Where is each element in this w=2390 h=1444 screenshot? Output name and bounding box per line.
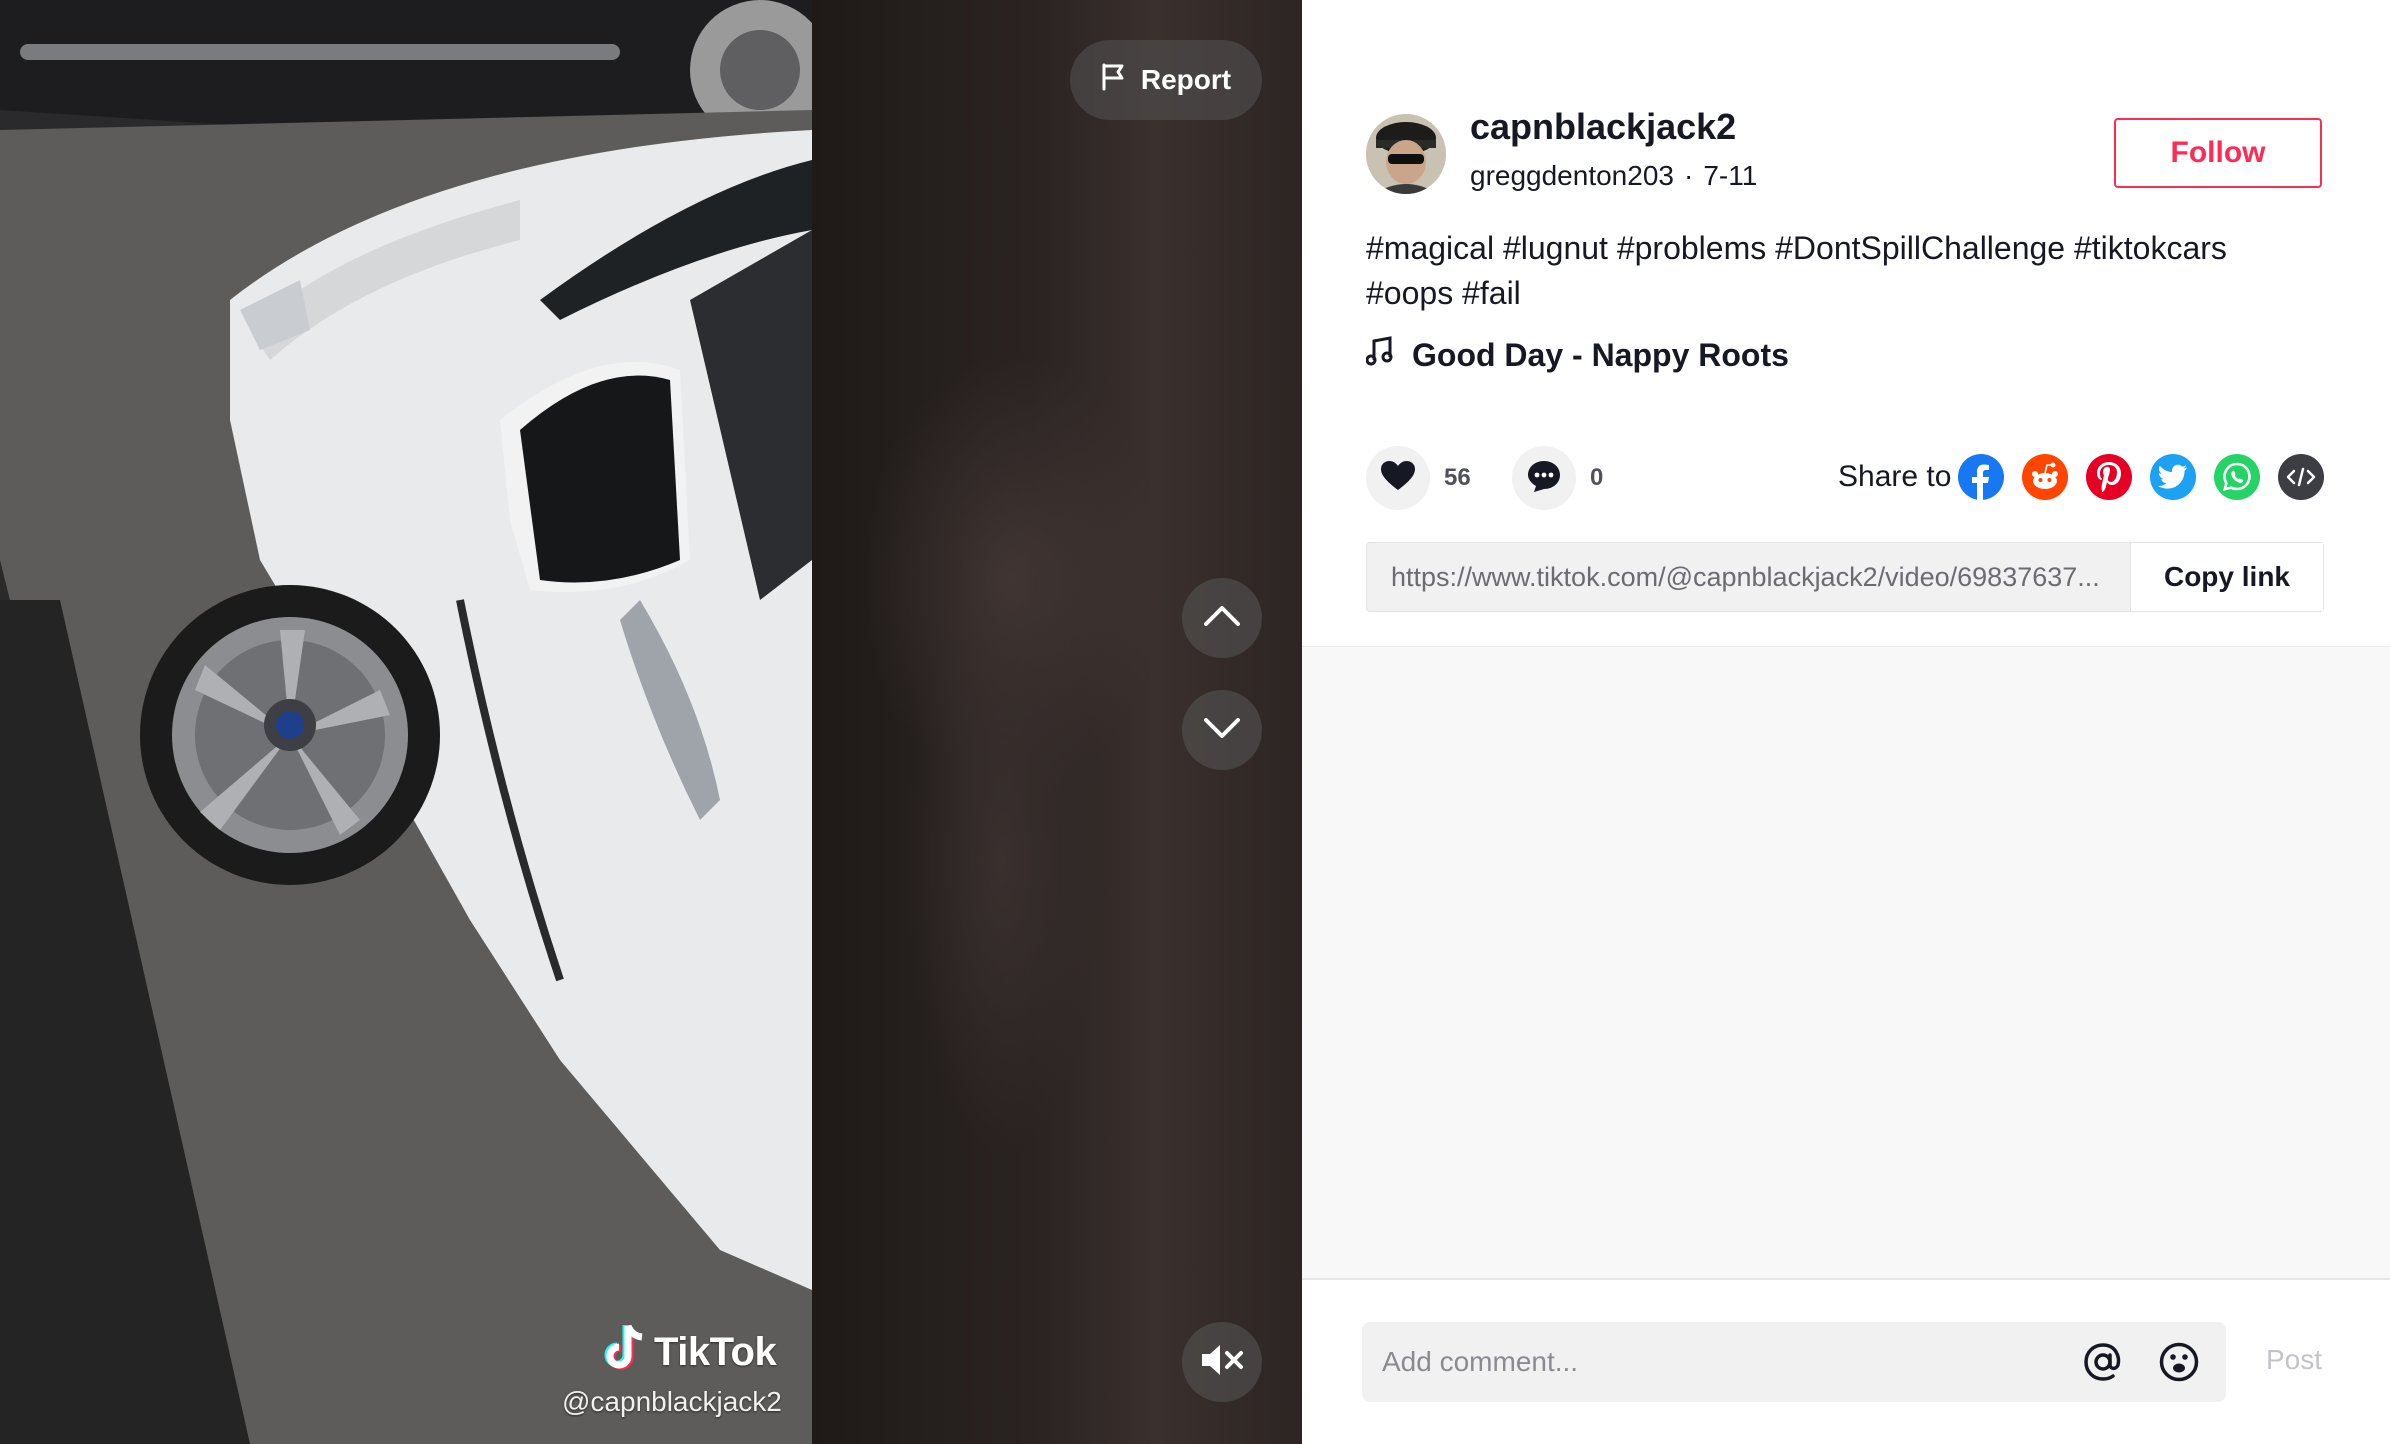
speaker-muted-icon <box>1200 1343 1244 1382</box>
copy-link-button[interactable]: Copy link <box>2130 543 2323 611</box>
music-note-icon <box>1365 336 1394 374</box>
comment-bubble-icon <box>1526 459 1562 498</box>
whatsapp-icon[interactable] <box>2214 454 2260 500</box>
author-subline: greggdenton203 · 7-11 <box>1470 160 1757 192</box>
follow-button[interactable]: Follow <box>2114 118 2322 188</box>
tiktok-logo-icon <box>602 1322 648 1382</box>
report-button[interactable]: Report <box>1070 40 1262 120</box>
comments-list <box>1302 646 2390 1279</box>
caption-line-1: #magical #lugnut #problems #DontSpillCha… <box>1366 230 2227 266</box>
share-link-url[interactable]: https://www.tiktok.com/@capnblackjack2/v… <box>1367 543 2130 611</box>
heart-icon <box>1380 460 1416 497</box>
like-count: 56 <box>1444 464 1471 491</box>
like-stat: 56 <box>1366 446 1471 510</box>
music-link[interactable]: Good Day - Nappy Roots <box>1365 336 1789 374</box>
video-player[interactable] <box>0 0 812 1444</box>
author-nickname: greggdenton203 <box>1470 160 1674 191</box>
comment-placeholder: Add comment... <box>1382 1346 1579 1377</box>
embed-icon[interactable] <box>2278 454 2324 500</box>
comment-input[interactable]: Add comment... <box>1362 1322 2226 1402</box>
comment-stat: 0 <box>1512 446 1603 510</box>
share-label: Share to <box>1838 460 1952 493</box>
reddit-icon[interactable] <box>2022 454 2068 500</box>
video-caption: #magical #lugnut #problems #DontSpillCha… <box>1366 226 2306 316</box>
pinterest-icon[interactable] <box>2086 454 2132 500</box>
next-video-button[interactable] <box>1182 690 1262 770</box>
mute-toggle-button[interactable] <box>1182 1322 1262 1402</box>
author-username[interactable]: capnblackjack2 <box>1470 106 1736 148</box>
chevron-up-icon <box>1202 604 1242 633</box>
music-title: Good Day - Nappy Roots <box>1412 336 1789 373</box>
mention-icon[interactable] <box>2078 1337 2128 1387</box>
twitter-icon[interactable] <box>2150 454 2196 500</box>
comment-count: 0 <box>1590 464 1604 491</box>
video-panel: Report TikTok @capnblackjack2 <box>0 0 1302 1444</box>
author-avatar[interactable] <box>1366 114 1446 194</box>
watermark-handle: @capnblackjack2 <box>562 1386 782 1417</box>
facebook-icon[interactable] <box>1958 454 2004 500</box>
tiktok-watermark: TikTok <box>602 1322 777 1382</box>
comment-button[interactable] <box>1512 446 1576 510</box>
report-label: Report <box>1140 64 1232 95</box>
video-frame-image <box>0 0 812 1444</box>
post-comment-button[interactable]: Post <box>2266 1344 2322 1376</box>
post-date: 7-11 <box>1703 160 1758 191</box>
emoji-icon[interactable] <box>2154 1337 2204 1387</box>
chevron-down-icon <box>1202 716 1242 745</box>
subline-separator: · <box>1683 160 1694 191</box>
share-link-box: https://www.tiktok.com/@capnblackjack2/v… <box>1366 542 2324 612</box>
like-button[interactable] <box>1366 446 1430 510</box>
flag-icon <box>1101 63 1127 98</box>
watermark-brand: TikTok <box>654 1329 777 1374</box>
previous-video-button[interactable] <box>1182 578 1262 658</box>
caption-line-2: #oops #fail <box>1366 275 1521 311</box>
